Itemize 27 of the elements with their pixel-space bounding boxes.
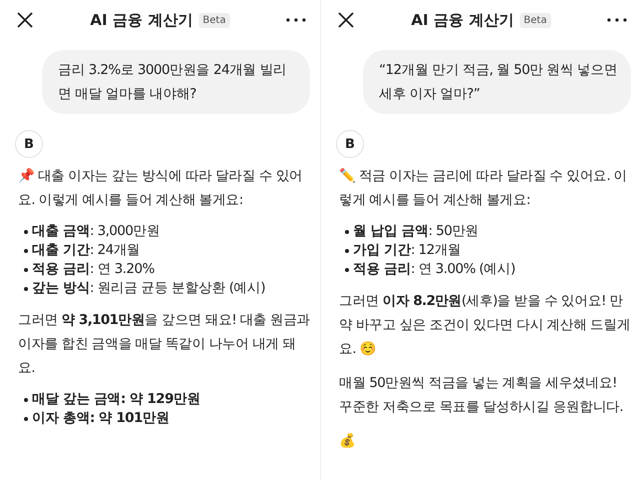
bullet-item: 갚는 방식: 원리금 균등 분할상환 (예시) [24,279,310,298]
close-button[interactable] [16,11,34,29]
beta-badge: Beta [198,12,230,28]
bot-message-text: ✏ 적금 이자는 금리에 따라 달라질 수 있어요. 이렇게 예시를 들어 계산해 볼게요: [339,167,628,210]
bot-message-text: 매월 50만원씩 적금을 넣는 계획을 세우셨네요! 꾸준한 저축으로 목표를 달성하시길 응원합니다. [339,374,624,417]
bot-message-text: 그러면 약 3,101만원을 갚으면 돼요! 대출 원금과 이자를 합친 금액을 매달 똑같이 나누어 내게 돼요. [18,311,310,378]
bullet-item: 이자 총액: 약 101만원 [24,409,310,428]
user-message-bubble: 금리 3.2%로 3000만원을 24개월 빌리면 매달 얼마를 내야해? [42,50,310,114]
bullet-item: 대출 금액: 3,000만원 [24,222,310,241]
close-button[interactable] [337,11,355,29]
bullet-item: 대출 기간: 24개월 [24,241,310,260]
bot-message-text: 📌 대출 이자는 갚는 방식에 따라 달라질 수 있어요. 이렇게 예시를 들어 계산해 볼게요: [18,167,304,210]
bullet-item: 월 납입 금액: 50만원 [345,222,631,241]
beta-badge: Beta [520,12,551,28]
app-title: AI 금융 계산기 [90,10,193,30]
bullet-item: 적용 금리: 연 3.00% (예시) [345,260,631,279]
bot-avatar: B [15,130,43,158]
bot-message-text: 그러면 이자 8.2만원(세후)을 받을 수 있어요! 만약 바꾸고 싶은 조건이 있다면 다시 계산해 드릴게요. ☺ [339,292,631,359]
user-message-bubble: “12개월 만기 적금, 월 50만 원씩 넣으면 세후 이자 얼마?” [363,50,631,114]
app-title: AI 금융 계산기 [411,10,514,30]
bullet-item: 가입 기간: 12개월 [345,241,631,260]
bullet-item: 매달 갚는 금액: 약 129만원 [24,390,310,409]
bullet-item: 적용 금리: 연 3.20% [24,260,310,279]
more-button[interactable] [286,18,306,22]
bot-avatar: B [336,130,364,158]
bot-message-text: 💰 [339,432,356,451]
more-button[interactable] [606,18,627,22]
